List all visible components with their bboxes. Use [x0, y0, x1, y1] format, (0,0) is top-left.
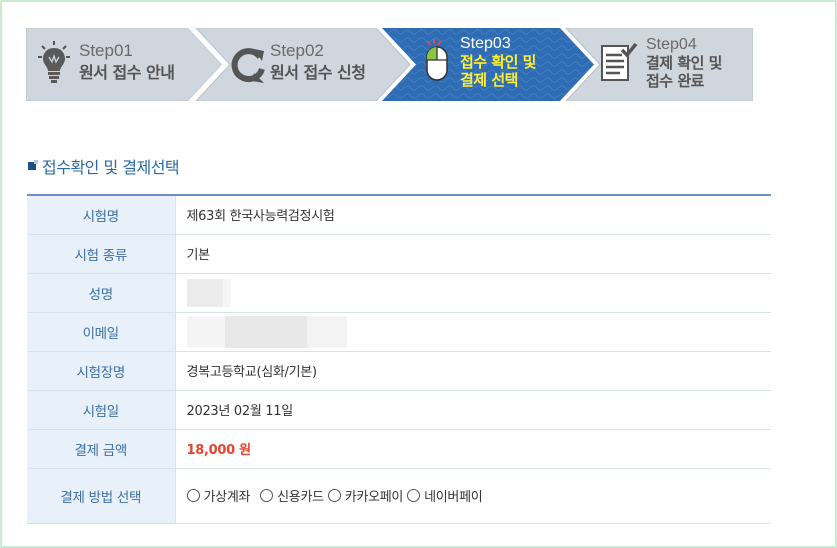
name-redacted: [186, 278, 223, 307]
lightbulb-icon: [38, 41, 70, 83]
payment-option-label: 네이버페이: [424, 490, 483, 505]
payment-option-label: 가상계좌: [203, 490, 251, 505]
step-04-label-line2: 접수 완료: [646, 72, 704, 90]
name-label: 성명: [27, 273, 176, 313]
exam-date-label: 시험일: [27, 390, 176, 430]
table-row-venue: 시험장명 경복고등학교(심화/기본): [27, 351, 771, 391]
payment-option-label: 카카오페이: [344, 490, 404, 505]
amount-label: 결제 금액: [27, 429, 176, 469]
table-row-amount: 결제 금액 18,000 원: [27, 429, 771, 469]
email-redacted-3: [306, 315, 347, 348]
step-03-number: Step03: [460, 35, 511, 52]
email-redacted-2: [224, 315, 307, 348]
payment-option-virtual-account[interactable]: 가상계좌: [186, 486, 251, 505]
radio-button[interactable]: [186, 489, 200, 502]
email-label: 이메일: [27, 312, 176, 352]
step-02: Step02 원서 접수 신청: [222, 28, 402, 101]
exam-type-label: 시험 종류: [27, 234, 176, 274]
checklist-icon: [601, 42, 638, 81]
table-row-exam-name: 시험명 제63회 한국사능력검정시험: [27, 195, 771, 235]
email-value: [175, 312, 771, 352]
section-bullet-icon: [28, 160, 38, 170]
table-row-name: 성명: [27, 273, 771, 313]
step-01-number: Step01: [79, 41, 133, 60]
step-04-label-line1: 결제 확인 및: [646, 54, 722, 72]
exam-date-value: 2023년 02월 11일: [175, 390, 771, 430]
step-01-label: 원서 접수 안내: [79, 63, 175, 82]
exam-type-value: 기본: [175, 234, 771, 274]
payment-option-credit-card[interactable]: 신용카드: [260, 486, 324, 505]
payment-option-kakaopay[interactable]: 카카오페이: [327, 486, 404, 505]
application-info-table: 시험명 제63회 한국사능력검정시험 시험 종류 기본 성명 이메일 시험장명 …: [27, 194, 771, 524]
exam-name-value: 제63회 한국사능력검정시험: [175, 195, 771, 235]
table-row-email: 이메일: [27, 312, 771, 352]
step-02-label: 원서 접수 신청: [270, 63, 366, 82]
step-04-number: Step04: [646, 36, 697, 53]
table-row-payment: 결제 방법 선택 가상계좌 신용카드 카카오페이 네이버페이: [27, 468, 772, 524]
section-title: 접수확인 및 결제선택: [28, 154, 180, 178]
step-02-number: Step02: [270, 41, 324, 60]
table-row-exam-date: 시험일 2023년 02월 11일: [27, 390, 771, 430]
step-01: Step01 원서 접수 안내: [26, 28, 216, 101]
amount-value: 18,000 원: [175, 429, 771, 469]
email-redacted-1: [186, 315, 225, 348]
name-value: [175, 273, 771, 313]
radio-button[interactable]: [260, 489, 274, 502]
table-row-exam-type: 시험 종류 기본: [27, 234, 771, 274]
payment-option-naverpay[interactable]: 네이버페이: [407, 486, 483, 505]
payment-options: 가상계좌 신용카드 카카오페이 네이버페이: [175, 468, 772, 524]
step-03-active: Step03 접수 확인 및 결제 선택: [416, 28, 566, 101]
name-redacted-edge: [222, 278, 231, 307]
payment-radio-group: 가상계좌 신용카드 카카오페이 네이버페이: [186, 486, 772, 505]
amount-text: 18,000 원: [186, 443, 252, 458]
step-progress-bar: Step01 원서 접수 안내 Step02 원서 접수 신청 Step03 접…: [26, 28, 753, 101]
venue-value: 경복고등학교(심화/기본): [175, 351, 771, 391]
radio-button[interactable]: [407, 489, 421, 502]
payment-label: 결제 방법 선택: [27, 468, 176, 524]
step-04: Step04 결제 확인 및 접수 완료: [600, 28, 753, 101]
payment-option-label: 신용카드: [277, 490, 324, 505]
mouse-icon: [426, 39, 448, 81]
section-title-text: 접수확인 및 결제선택: [42, 158, 180, 177]
venue-label: 시험장명: [27, 351, 176, 391]
exam-name-label: 시험명: [27, 195, 176, 235]
refresh-icon: [231, 48, 265, 83]
radio-button[interactable]: [327, 489, 341, 502]
step-03-label-line2: 결제 선택: [460, 71, 518, 89]
step-03-label-line1: 접수 확인 및: [460, 53, 536, 71]
